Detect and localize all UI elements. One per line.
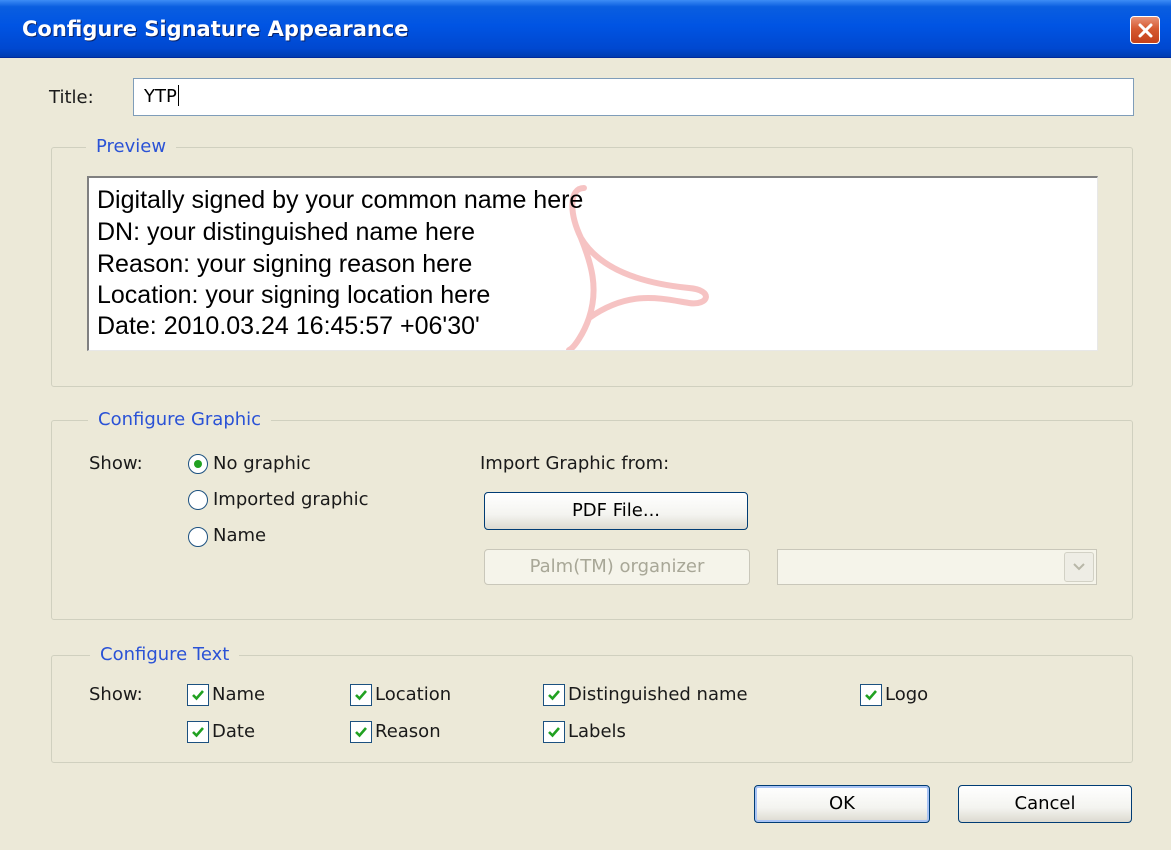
title-bar[interactable]: Configure Signature Appearance <box>0 0 1171 58</box>
ok-button[interactable]: OK <box>754 785 930 823</box>
text-caret <box>177 85 179 106</box>
configure-graphic-legend: Configure Graphic <box>88 409 272 430</box>
graphic-show-label: Show: <box>89 453 143 474</box>
close-button[interactable] <box>1130 16 1160 44</box>
radio-button[interactable] <box>188 527 208 547</box>
dropdown-button[interactable] <box>1064 552 1094 582</box>
checkbox[interactable] <box>543 721 565 743</box>
preview-line-reason: Reason: your signing reason here <box>97 250 473 278</box>
checkbox-label[interactable]: Logo <box>885 684 928 705</box>
title-label: Title: <box>49 87 94 108</box>
configure-text-legend: Configure Text <box>90 644 240 665</box>
preview-line-date: Date: 2010.03.24 16:45:57 +06'30' <box>97 312 480 340</box>
radio-button[interactable] <box>188 490 208 510</box>
checkbox-label[interactable]: Reason <box>375 721 441 742</box>
text-show-label: Show: <box>89 684 143 705</box>
radio-label[interactable]: Name <box>213 525 266 546</box>
preview-legend: Preview <box>86 136 177 157</box>
preview-line-location: Location: your signing location here <box>97 281 491 309</box>
checkbox-label[interactable]: Distinguished name <box>568 684 748 705</box>
radio-label[interactable]: Imported graphic <box>213 489 369 510</box>
checkbox-label[interactable]: Location <box>375 684 451 705</box>
checkbox[interactable] <box>543 684 565 706</box>
configure-text-group: Configure Text <box>51 644 1133 763</box>
checkbox-label[interactable]: Date <box>212 721 255 742</box>
checkbox[interactable] <box>860 684 882 706</box>
checkbox[interactable] <box>350 721 372 743</box>
signature-preview: Digitally signed by your common name her… <box>87 176 1098 351</box>
pdf-file-button[interactable]: PDF File... <box>484 492 748 530</box>
radio-label[interactable]: No graphic <box>213 453 311 474</box>
palm-organizer-button[interactable]: Palm(TM) organizer <box>484 549 750 585</box>
preview-line-dn: DN: your distinguished name here <box>97 218 475 246</box>
preview-line-signed-by: Digitally signed by your common name her… <box>97 186 584 214</box>
checkbox[interactable] <box>187 721 209 743</box>
radio-button[interactable] <box>188 454 208 474</box>
title-input-value: YTP <box>144 86 177 107</box>
dialog-title: Configure Signature Appearance <box>22 17 409 41</box>
import-graphic-label: Import Graphic from: <box>480 453 670 474</box>
radio-selected-dot <box>194 460 202 468</box>
signature-appearance-dialog: Configure Signature Appearance Title: YT… <box>0 0 1171 850</box>
title-input[interactable]: YTP <box>133 78 1134 116</box>
checkbox[interactable] <box>350 684 372 706</box>
palm-organizer-select[interactable] <box>777 549 1097 585</box>
checkbox[interactable] <box>187 684 209 706</box>
checkbox-label[interactable]: Labels <box>568 721 626 742</box>
cancel-button[interactable]: Cancel <box>958 785 1132 823</box>
checkbox-label[interactable]: Name <box>212 684 265 705</box>
